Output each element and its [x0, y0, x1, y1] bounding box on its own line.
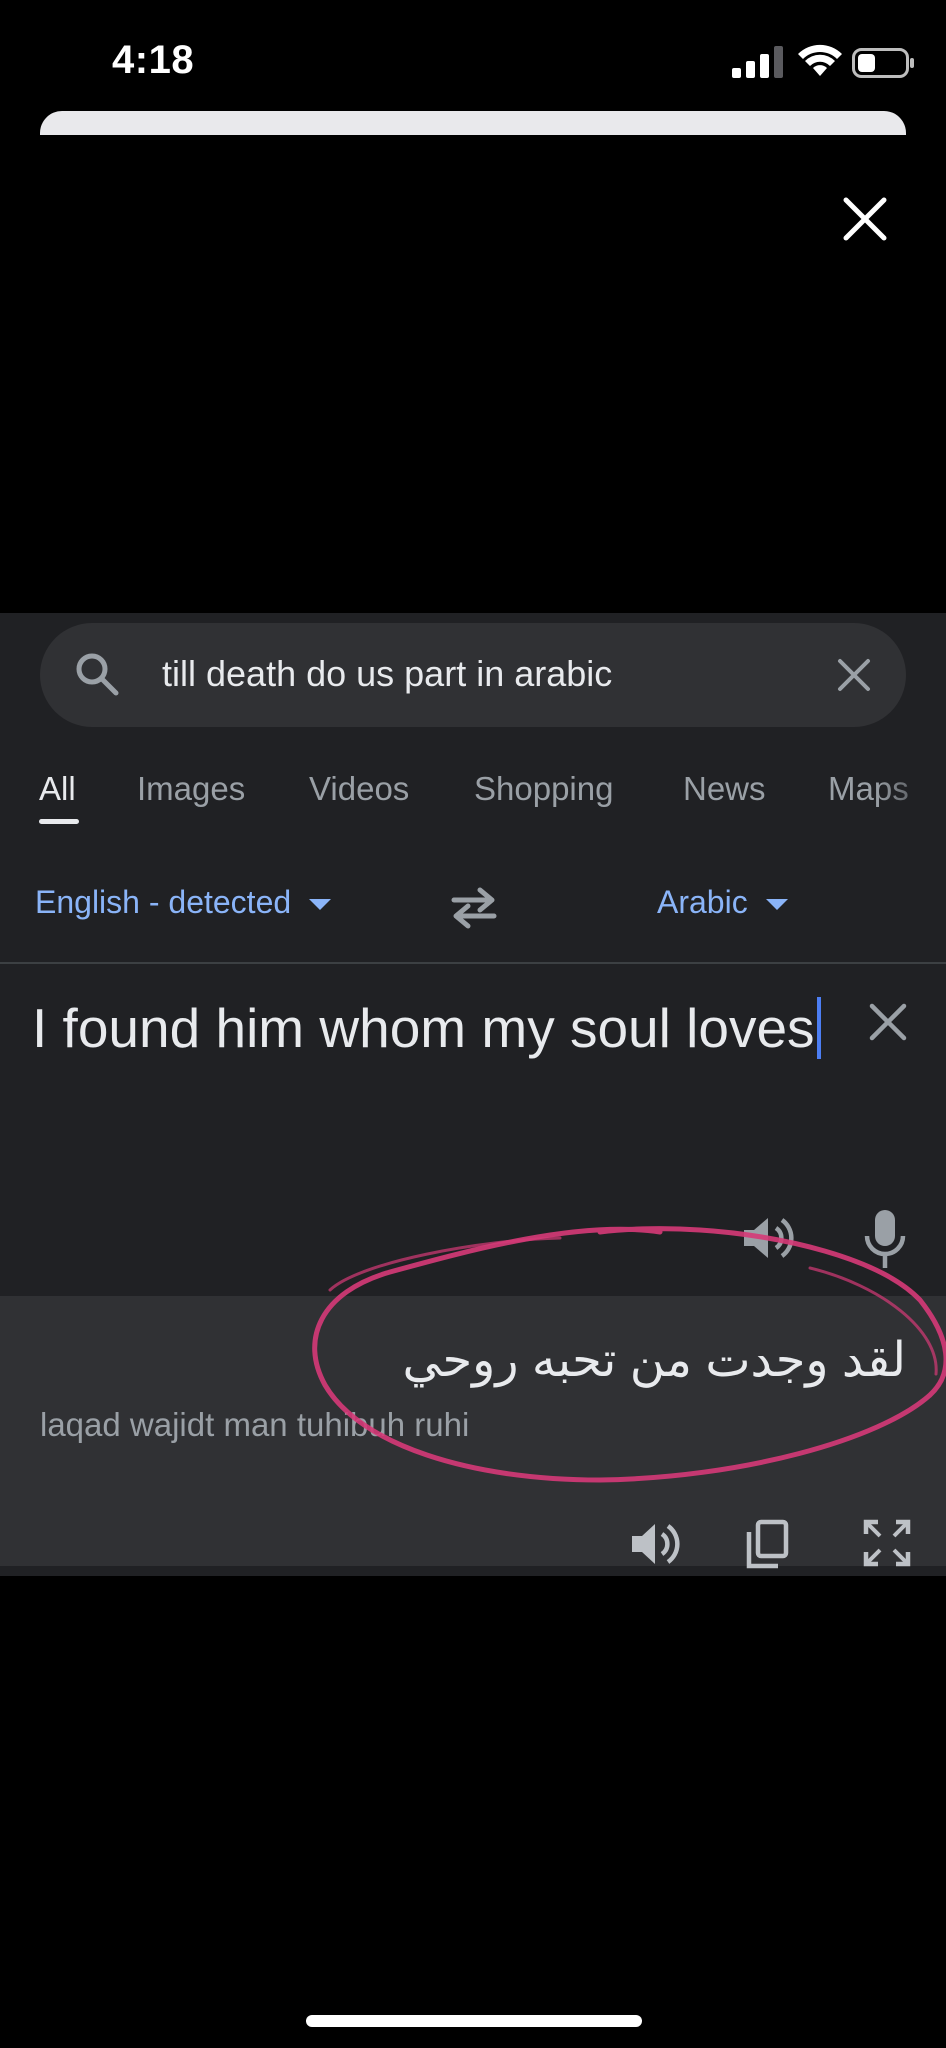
cellular-signal-icon — [732, 46, 783, 78]
text-cursor — [816, 997, 821, 1059]
clear-search-icon[interactable] — [834, 655, 874, 695]
speaker-icon[interactable] — [740, 1210, 800, 1266]
tab-shopping[interactable]: Shopping — [474, 770, 613, 808]
status-time: 4:18 — [112, 38, 195, 82]
language-selector-row: English - detected Arabic — [0, 870, 946, 950]
tab-videos[interactable]: Videos — [309, 770, 409, 808]
sheet-top-edge — [40, 111, 906, 135]
status-bar: 4:18 — [0, 0, 946, 120]
tab-all[interactable]: All — [39, 770, 76, 808]
battery-icon — [852, 48, 914, 78]
search-tabs: All Images Videos Shopping News Maps — [0, 762, 946, 832]
wifi-icon — [798, 44, 842, 76]
tab-images[interactable]: Images — [137, 770, 245, 808]
target-language-label: Arabic — [657, 884, 748, 920]
close-icon[interactable] — [840, 194, 890, 244]
tab-news[interactable]: News — [683, 770, 766, 808]
source-language-label: English - detected — [35, 884, 292, 920]
transliteration-text: laqad wajidt man tuhibuh ruhi — [40, 1406, 470, 1443]
chevron-down-icon — [765, 899, 788, 911]
divider — [0, 962, 946, 964]
tabs-fade — [876, 762, 946, 832]
chevron-down-icon — [309, 899, 332, 911]
swap-arrows-icon[interactable] — [446, 880, 502, 936]
target-language-dropdown[interactable]: Arabic — [657, 884, 788, 921]
search-bar[interactable]: till death do us part in arabic — [40, 623, 906, 727]
clear-text-icon[interactable] — [866, 1000, 910, 1044]
source-text-input[interactable]: I found him whom my soul loves — [32, 990, 852, 1067]
microphone-icon[interactable] — [862, 1208, 908, 1272]
source-language-dropdown[interactable]: English - detected — [35, 884, 332, 921]
search-input[interactable]: till death do us part in arabic — [162, 653, 612, 695]
speaker-icon[interactable] — [628, 1516, 684, 1572]
search-icon[interactable] — [74, 651, 120, 697]
fullscreen-icon[interactable] — [862, 1518, 912, 1568]
source-text: I found him whom my soul loves — [32, 997, 815, 1059]
home-indicator[interactable] — [306, 2015, 642, 2027]
active-tab-indicator — [39, 819, 79, 824]
copy-icon[interactable] — [744, 1518, 792, 1570]
translated-text: لقد وجدت من تحبه روحي — [402, 1334, 906, 1387]
